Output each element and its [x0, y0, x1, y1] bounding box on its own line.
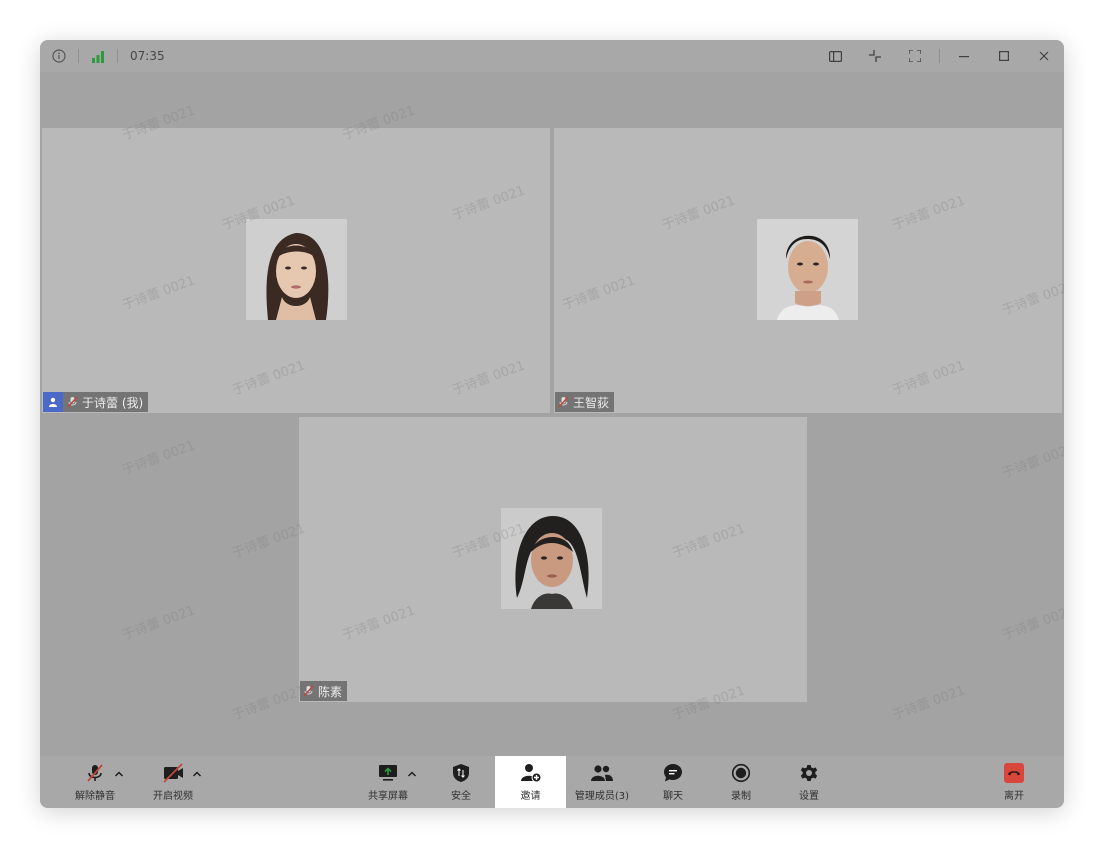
watermark: 于诗蕾 0021: [120, 438, 198, 479]
leave-button[interactable]: 离开: [990, 756, 1038, 808]
share-options-chevron-up-icon[interactable]: [405, 767, 419, 781]
watermark: 于诗蕾 0021: [1000, 603, 1064, 644]
unmute-button[interactable]: 解除静音: [68, 756, 122, 808]
participant-avatar: [246, 219, 347, 320]
watermark: 于诗蕾 0021: [230, 683, 308, 724]
start-video-label: 开启视频: [153, 791, 193, 802]
chat-icon: [663, 762, 683, 784]
self-indicator-icon: [43, 392, 63, 412]
shield-icon: [452, 762, 470, 784]
chat-label: 聊天: [663, 791, 683, 802]
fullscreen-icon: [909, 50, 921, 62]
sidebar-layout-button[interactable]: [815, 40, 855, 72]
video-tile[interactable]: 于诗蕾 (我): [42, 128, 550, 413]
participant-name: 陈素: [318, 684, 343, 699]
meeting-toolbar: 解除静音 开启视频 共享屏幕 安全 邀请 管理成员(3) 聊天 录制 设置 离开: [40, 756, 1064, 808]
participant-nametag: 王智荻: [555, 392, 615, 412]
maximize-icon: [999, 51, 1010, 62]
muted-mic-icon: [303, 685, 314, 697]
video-tile[interactable]: 陈素: [299, 417, 807, 702]
video-tile[interactable]: 王智荻: [554, 128, 1062, 413]
video-grid: 于诗蕾 (我) 王智荻 陈素 于诗蕾 0021 于诗蕾 0021 于诗蕾 002…: [40, 72, 1064, 756]
members-icon: [591, 762, 613, 784]
hang-up-icon: [1004, 762, 1024, 784]
audio-options-chevron-up-icon[interactable]: [112, 767, 126, 781]
muted-mic-icon: [85, 762, 105, 784]
participant-avatar: [757, 219, 858, 320]
signal-icon: [91, 50, 105, 63]
divider: [117, 49, 118, 63]
close-icon: [1039, 51, 1049, 61]
exit-fullscreen-icon: [869, 50, 881, 62]
unmute-label: 解除静音: [75, 791, 115, 802]
maximize-button[interactable]: [984, 40, 1024, 72]
video-options-chevron-up-icon[interactable]: [190, 767, 204, 781]
manage-members-label: 管理成员(3): [574, 791, 630, 802]
record-label: 录制: [731, 791, 751, 802]
watermark: 于诗蕾 0021: [230, 521, 308, 562]
start-video-button[interactable]: 开启视频: [146, 756, 200, 808]
fullscreen-button[interactable]: [895, 40, 935, 72]
security-label: 安全: [451, 791, 471, 802]
exit-fullscreen-button[interactable]: [855, 40, 895, 72]
watermark: 于诗蕾 0021: [120, 603, 198, 644]
participant-nametag: 于诗蕾 (我): [43, 392, 149, 412]
divider: [939, 49, 940, 63]
title-bar: 07:35: [40, 40, 1064, 72]
record-icon: [731, 762, 751, 784]
minimize-icon: [959, 56, 969, 58]
invite-button[interactable]: 邀请: [495, 756, 566, 808]
settings-label: 设置: [799, 791, 819, 802]
chat-button[interactable]: 聊天: [648, 756, 698, 808]
meeting-window: 07:35 于诗蕾 (我) 王智荻 陈素 于诗蕾 0021 于诗蕾 0021 于…: [40, 40, 1064, 808]
gear-icon: [799, 762, 819, 784]
muted-mic-icon: [558, 396, 569, 408]
share-screen-label: 共享屏幕: [368, 791, 408, 802]
share-screen-icon: [378, 762, 398, 784]
sidebar-layout-icon: [828, 50, 842, 62]
minimize-button[interactable]: [944, 40, 984, 72]
watermark: 于诗蕾 0021: [1000, 441, 1064, 482]
participant-avatar: [501, 508, 602, 609]
add-user-icon: [520, 762, 542, 784]
record-button[interactable]: 录制: [716, 756, 766, 808]
security-button[interactable]: 安全: [436, 756, 486, 808]
leave-label: 离开: [1004, 791, 1024, 802]
close-button[interactable]: [1024, 40, 1064, 72]
muted-mic-icon: [67, 396, 78, 408]
participant-name: 王智荻: [573, 395, 610, 410]
divider: [78, 49, 79, 63]
watermark: 于诗蕾 0021: [890, 683, 968, 724]
share-screen-button[interactable]: 共享屏幕: [362, 756, 414, 808]
participant-name: 于诗蕾 (我): [82, 395, 144, 410]
participant-nametag: 陈素: [300, 681, 348, 701]
info-icon[interactable]: [52, 49, 66, 63]
settings-button[interactable]: 设置: [784, 756, 834, 808]
invite-label: 邀请: [520, 791, 541, 802]
meeting-duration: 07:35: [130, 49, 165, 63]
manage-members-button[interactable]: 管理成员(3): [570, 756, 634, 808]
video-off-icon: [162, 762, 184, 784]
